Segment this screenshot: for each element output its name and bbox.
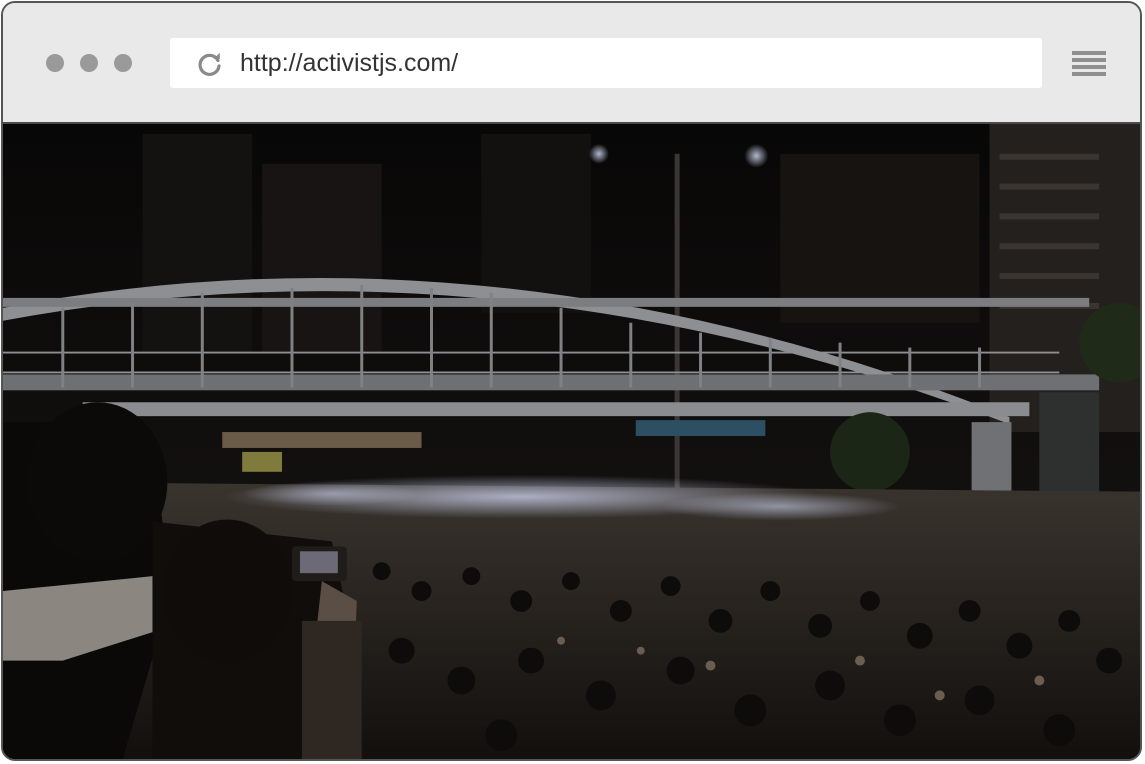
page-viewport xyxy=(3,124,1140,759)
window-close-dot[interactable] xyxy=(46,54,64,72)
window-minimize-dot[interactable] xyxy=(80,54,98,72)
reload-icon[interactable] xyxy=(196,50,224,78)
browser-window: http://activistjs.com/ xyxy=(1,1,1142,761)
window-maximize-dot[interactable] xyxy=(114,54,132,72)
hamburger-menu-icon[interactable] xyxy=(1072,51,1106,77)
address-bar[interactable]: http://activistjs.com/ xyxy=(170,38,1042,88)
browser-toolbar: http://activistjs.com/ xyxy=(3,3,1140,124)
night-crowd-photo xyxy=(3,124,1140,759)
url-text[interactable]: http://activistjs.com/ xyxy=(240,38,458,88)
